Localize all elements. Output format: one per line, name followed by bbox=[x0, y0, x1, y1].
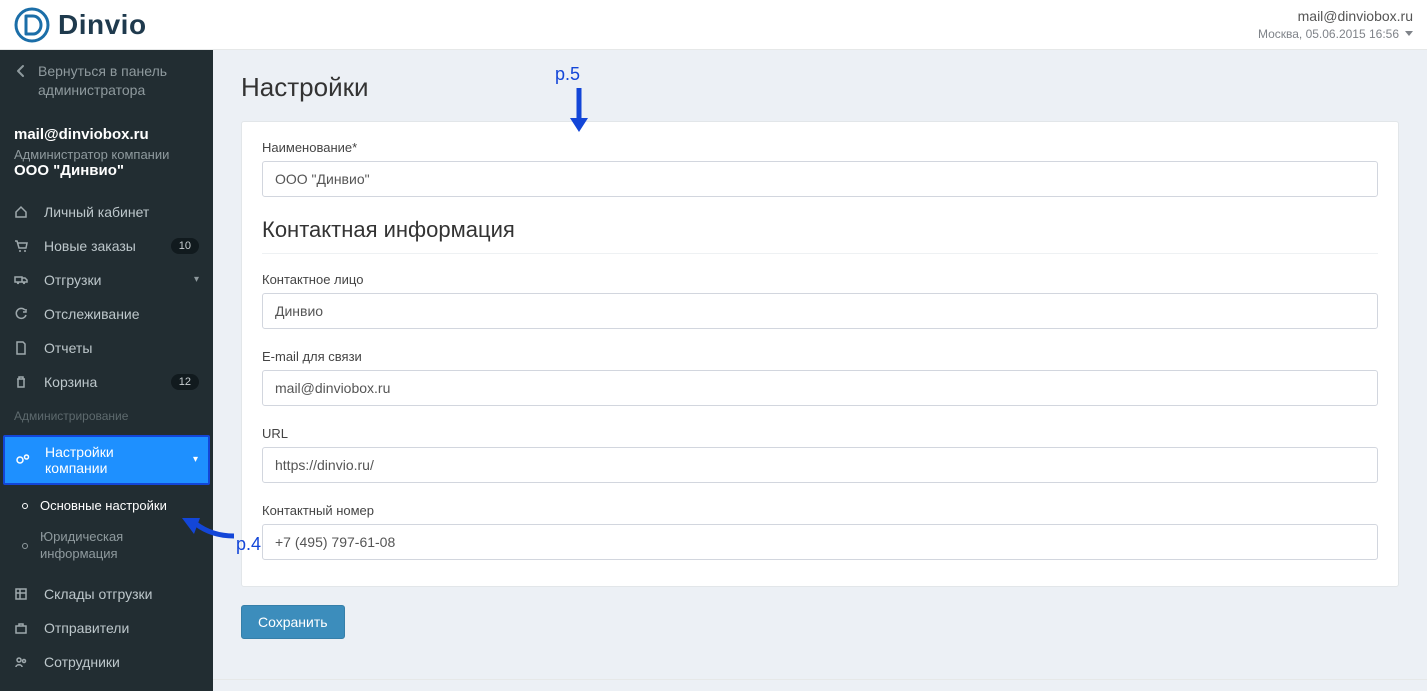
sidebar-item-tracking[interactable]: Отслеживание bbox=[0, 297, 213, 331]
bullet-icon bbox=[22, 543, 28, 549]
sidebar-item-reports[interactable]: Отчеты bbox=[0, 331, 213, 365]
arrow-left-icon bbox=[14, 64, 28, 78]
sidebar-item-label: Отгрузки bbox=[44, 272, 180, 288]
sidebar-item-staff[interactable]: Сотрудники bbox=[0, 645, 213, 679]
file-icon bbox=[14, 341, 30, 355]
briefcase-icon bbox=[14, 621, 30, 635]
logo[interactable]: Dinvio bbox=[14, 7, 147, 43]
sidebar-user-block: mail@dinviobox.ru Администратор компании… bbox=[0, 112, 213, 195]
chevron-down-icon: ▾ bbox=[194, 274, 199, 285]
header-date: Москва, 05.06.2015 16:56 bbox=[1258, 27, 1413, 41]
subnav-item-legal-info[interactable]: Юридическая информация bbox=[0, 522, 213, 570]
sidebar-badge: 12 bbox=[171, 374, 199, 390]
field-label: E-mail для связи bbox=[262, 349, 1378, 364]
main-content: Настройки Наименование* Контактная инфор… bbox=[213, 50, 1427, 691]
caret-down-icon bbox=[1405, 31, 1413, 36]
sidebar-item-new-orders[interactable]: Новые заказы 10 bbox=[0, 229, 213, 263]
contact-email-input[interactable] bbox=[262, 370, 1378, 406]
save-button[interactable]: Сохранить bbox=[241, 605, 345, 639]
logo-text: Dinvio bbox=[58, 9, 147, 41]
subnav-item-label: Основные настройки bbox=[40, 498, 167, 515]
sidebar-section-header: Администрирование bbox=[0, 399, 213, 433]
logo-icon bbox=[14, 7, 50, 43]
sidebar-user-email: mail@dinviobox.ru bbox=[14, 126, 199, 143]
sidebar-item-label: Корзина bbox=[44, 374, 157, 390]
refresh-icon bbox=[14, 307, 30, 321]
users-icon bbox=[14, 655, 30, 669]
trash-icon bbox=[14, 375, 30, 389]
sidebar-item-dashboard[interactable]: Личный кабинет bbox=[0, 195, 213, 229]
cart-icon bbox=[14, 239, 30, 253]
page-title: Настройки bbox=[241, 72, 1399, 103]
sidebar-item-label: Сотрудники bbox=[44, 654, 199, 670]
sidebar-item-label: Личный кабинет bbox=[44, 204, 199, 220]
field-label: Наименование* bbox=[262, 140, 1378, 155]
sidebar-user-company: ООО "Динвио" bbox=[14, 162, 199, 179]
truck-icon bbox=[14, 273, 30, 287]
bullet-icon bbox=[22, 503, 28, 509]
header-user[interactable]: mail@dinviobox.ru Москва, 05.06.2015 16:… bbox=[1258, 8, 1413, 42]
field-contact-email: E-mail для связи bbox=[262, 349, 1378, 406]
sidebar: Вернуться в панель администратора mail@d… bbox=[0, 50, 213, 691]
sidebar-subnav: Основные настройки Юридическая информаци… bbox=[0, 487, 213, 578]
contact-person-input[interactable] bbox=[262, 293, 1378, 329]
field-label: Контактное лицо bbox=[262, 272, 1378, 287]
contact-section-title: Контактная информация bbox=[262, 217, 1378, 254]
field-contact-person: Контактное лицо bbox=[262, 272, 1378, 329]
sidebar-item-senders[interactable]: Отправители bbox=[0, 611, 213, 645]
phone-input[interactable] bbox=[262, 524, 1378, 560]
sidebar-item-label: Отслеживание bbox=[44, 306, 199, 322]
back-link-label: Вернуться в панель администратора bbox=[38, 62, 199, 100]
sidebar-item-label: Склады отгрузки bbox=[44, 586, 199, 602]
gears-icon bbox=[15, 453, 31, 467]
back-to-admin-link[interactable]: Вернуться в панель администратора bbox=[0, 50, 213, 112]
chevron-down-icon: ▾ bbox=[193, 454, 198, 465]
topbar: Dinvio mail@dinviobox.ru Москва, 05.06.2… bbox=[0, 0, 1427, 50]
subnav-item-label: Юридическая информация bbox=[40, 529, 199, 563]
field-label: Контактный номер bbox=[262, 503, 1378, 518]
sidebar-item-label: Настройки компании bbox=[45, 444, 179, 476]
sidebar-item-shipments[interactable]: Отгрузки ▾ bbox=[0, 263, 213, 297]
home-icon bbox=[14, 205, 30, 219]
field-phone: Контактный номер bbox=[262, 503, 1378, 560]
footer: © 2015 DinVIO. bbox=[213, 679, 1427, 691]
sidebar-item-company-settings[interactable]: Настройки компании ▾ bbox=[3, 435, 210, 485]
sidebar-user-role: Администратор компании bbox=[14, 147, 199, 162]
url-input[interactable] bbox=[262, 447, 1378, 483]
grid-icon bbox=[14, 587, 30, 601]
sidebar-item-label: Отчеты bbox=[44, 340, 199, 356]
field-name: Наименование* bbox=[262, 140, 1378, 197]
field-url: URL bbox=[262, 426, 1378, 483]
sidebar-item-warehouses[interactable]: Склады отгрузки bbox=[0, 577, 213, 611]
settings-panel: Наименование* Контактная информация Конт… bbox=[241, 121, 1399, 587]
sidebar-badge: 10 bbox=[171, 238, 199, 254]
sidebar-item-trash[interactable]: Корзина 12 bbox=[0, 365, 213, 399]
sidebar-item-label: Новые заказы bbox=[44, 238, 157, 254]
company-name-input[interactable] bbox=[262, 161, 1378, 197]
field-label: URL bbox=[262, 426, 1378, 441]
subnav-item-main-settings[interactable]: Основные настройки bbox=[0, 491, 213, 522]
sidebar-item-label: Отправители bbox=[44, 620, 199, 636]
header-email: mail@dinviobox.ru bbox=[1258, 8, 1413, 25]
